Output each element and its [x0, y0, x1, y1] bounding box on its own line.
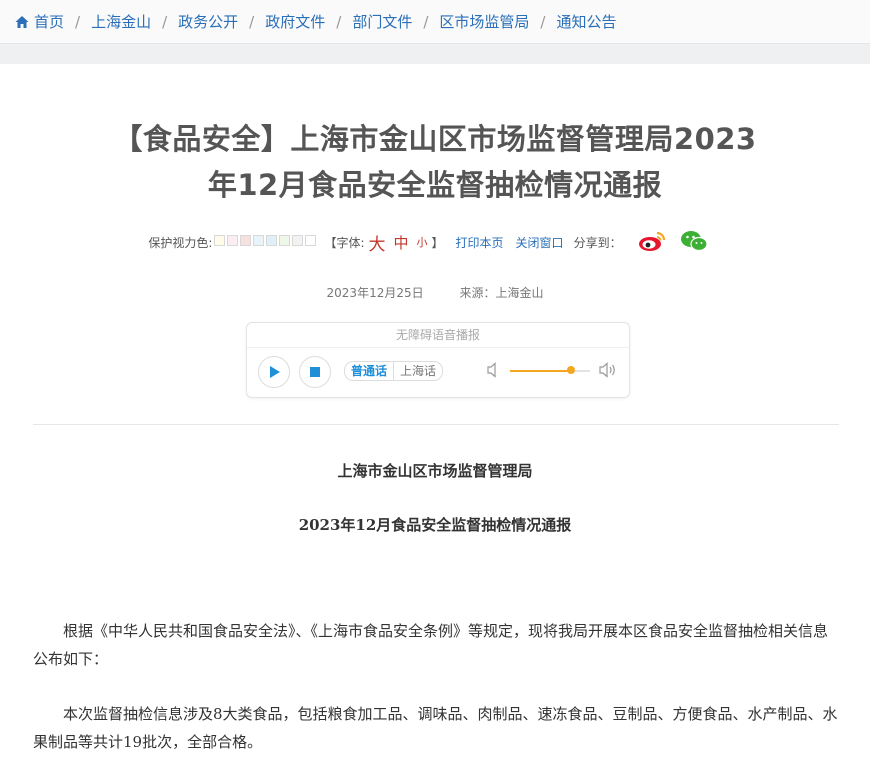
document-heading-issuer: 上海市金山区市场监督管理局: [337, 462, 533, 480]
dialect-switch: 普通话 上海话: [344, 361, 444, 381]
breadcrumb: 首页 / 上海金山 / 政务公开 / 政府文件 / 部门文件 / 区市场监管局 …: [0, 0, 870, 44]
weibo-icon[interactable]: [638, 230, 666, 255]
font-size-prefix: 【字体:: [324, 235, 365, 250]
publish-date: 2023年12月25日: [326, 286, 424, 300]
eye-protection-swatch[interactable]: [279, 235, 291, 246]
article-title: 【食品安全】上海市金山区市场监督管理局2023 年12月食品安全监督抽检情况通报: [0, 116, 870, 208]
eye-protection-swatch[interactable]: [227, 235, 239, 246]
article-title-line1: 【食品安全】上海市金山区市场监督管理局2023: [113, 122, 757, 156]
breadcrumb-separator: /: [249, 12, 255, 31]
eye-protection-swatch[interactable]: [292, 235, 304, 246]
audio-player: 无障碍语音播报 普通话 上海话: [246, 322, 630, 398]
eye-protection-swatch[interactable]: [305, 235, 317, 246]
breadcrumb-notices[interactable]: 通知公告: [556, 11, 616, 32]
dialect-mandarin-button[interactable]: 普通话: [345, 362, 395, 380]
dialect-shanghainese-button[interactable]: 上海话: [394, 362, 442, 380]
breadcrumb-market-supervision-bureau[interactable]: 区市场监管局: [439, 11, 529, 32]
breadcrumb-government-documents[interactable]: 政府文件: [265, 11, 325, 32]
font-size-small-button[interactable]: 小: [417, 234, 428, 250]
article-source: 来源：上海金山: [459, 286, 544, 300]
content-divider: [33, 424, 839, 425]
breadcrumb-department-documents[interactable]: 部门文件: [352, 11, 412, 32]
breadcrumb-separator: /: [162, 12, 168, 31]
font-size-medium-button[interactable]: 中: [394, 232, 409, 253]
breadcrumb-separator: /: [336, 12, 342, 31]
document-heading-title: 2023年12月食品安全监督抽检情况通报: [298, 516, 572, 534]
eye-protection-swatch[interactable]: [253, 235, 265, 246]
volume-fill: [510, 370, 571, 372]
eye-protection-swatch[interactable]: [240, 235, 252, 246]
home-icon: [15, 15, 29, 28]
audio-player-title: 无障碍语音播报: [247, 323, 629, 348]
volume-slider[interactable]: [510, 366, 590, 374]
article-paragraph: 本次监督抽检信息涉及8大类食品，包括粮食加工品、调味品、肉制品、速冻食品、豆制品…: [33, 705, 838, 751]
share-label: 分享到：: [573, 235, 622, 250]
print-page-link[interactable]: 打印本页: [456, 234, 504, 251]
volume-high-icon[interactable]: [599, 362, 617, 378]
close-window-link[interactable]: 关闭窗口: [516, 234, 564, 251]
stop-icon: [310, 367, 320, 377]
font-size-large-button[interactable]: 大: [369, 230, 386, 255]
stop-button[interactable]: [299, 356, 331, 388]
breadcrumb-separator: /: [75, 12, 81, 31]
article-toolbar: 保护视力色: 【字体: 大 中 小 】 打印本页 关闭窗口 分享到：: [0, 230, 870, 255]
eye-protection-swatch[interactable]: [266, 235, 278, 246]
article-card: 【食品安全】上海市金山区市场监督管理局2023 年12月食品安全监督抽检情况通报…: [0, 64, 870, 771]
volume-low-icon[interactable]: [487, 362, 501, 378]
font-size-suffix: 】: [431, 235, 444, 250]
play-button[interactable]: [258, 356, 290, 388]
wechat-icon[interactable]: [680, 230, 708, 255]
eye-protection-swatch[interactable]: [214, 235, 226, 246]
play-icon: [270, 366, 280, 378]
eye-protection-label: 保护视力色:: [148, 235, 213, 250]
breadcrumb-separator: /: [540, 12, 546, 31]
article-title-line2: 年12月食品安全监督抽检情况通报: [207, 168, 663, 202]
breadcrumb-home[interactable]: 首页: [34, 11, 64, 32]
volume-handle[interactable]: [566, 366, 575, 374]
article-paragraph: 根据《中华人民共和国食品安全法》、《上海市食品安全条例》等规定，现将我局开展本区…: [33, 622, 829, 668]
article-meta: 2023年12月25日 来源：上海金山: [0, 284, 870, 301]
breadcrumb-government-affairs[interactable]: 政务公开: [178, 11, 238, 32]
breadcrumb-shanghai-jinshan[interactable]: 上海金山: [91, 11, 151, 32]
breadcrumb-separator: /: [423, 12, 429, 31]
eye-protection-swatches: [212, 235, 317, 249]
